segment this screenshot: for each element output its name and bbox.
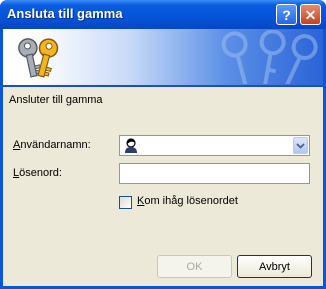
close-button[interactable]: ✕ xyxy=(300,4,321,25)
cancel-button-label: Avbryt xyxy=(259,260,290,273)
help-icon: ? xyxy=(282,6,291,23)
title-bar[interactable]: Ansluta till gamma ? ✕ xyxy=(0,0,326,29)
dialog-body: Ansluter till gamma Användarnamn: Löseno… xyxy=(3,29,323,286)
username-combobox[interactable] xyxy=(119,135,310,156)
window-title: Ansluta till gamma xyxy=(7,6,123,21)
password-label: Lösenord: xyxy=(13,167,62,179)
close-icon: ✕ xyxy=(304,6,317,23)
remember-password-checkbox[interactable] xyxy=(119,196,132,209)
username-label-text: nvändarnamn: xyxy=(20,139,91,151)
password-field[interactable] xyxy=(119,163,310,184)
username-dropdown-button[interactable] xyxy=(293,137,308,154)
banner xyxy=(3,29,323,85)
remember-label-text: om ihåg lösenordet xyxy=(144,195,238,207)
cancel-button[interactable]: Avbryt xyxy=(237,255,312,278)
ok-button[interactable]: OK xyxy=(157,255,232,278)
banner-divider xyxy=(3,85,323,87)
keys-icon xyxy=(18,38,59,78)
username-label: Användarnamn: xyxy=(13,139,91,151)
help-button[interactable]: ? xyxy=(276,4,297,25)
connecting-heading: Ansluter till gamma xyxy=(9,94,103,106)
remember-password-label[interactable]: Kom ihåg lösenordet xyxy=(137,195,238,207)
keys-watermark-icon xyxy=(221,30,318,84)
ok-button-label: OK xyxy=(186,260,203,273)
chevron-down-icon xyxy=(296,142,305,149)
password-label-text: ösenord: xyxy=(19,167,62,179)
user-icon xyxy=(125,138,137,153)
login-dialog-window: Ansluta till gamma ? ✕ Ansluter till gam… xyxy=(0,0,326,289)
